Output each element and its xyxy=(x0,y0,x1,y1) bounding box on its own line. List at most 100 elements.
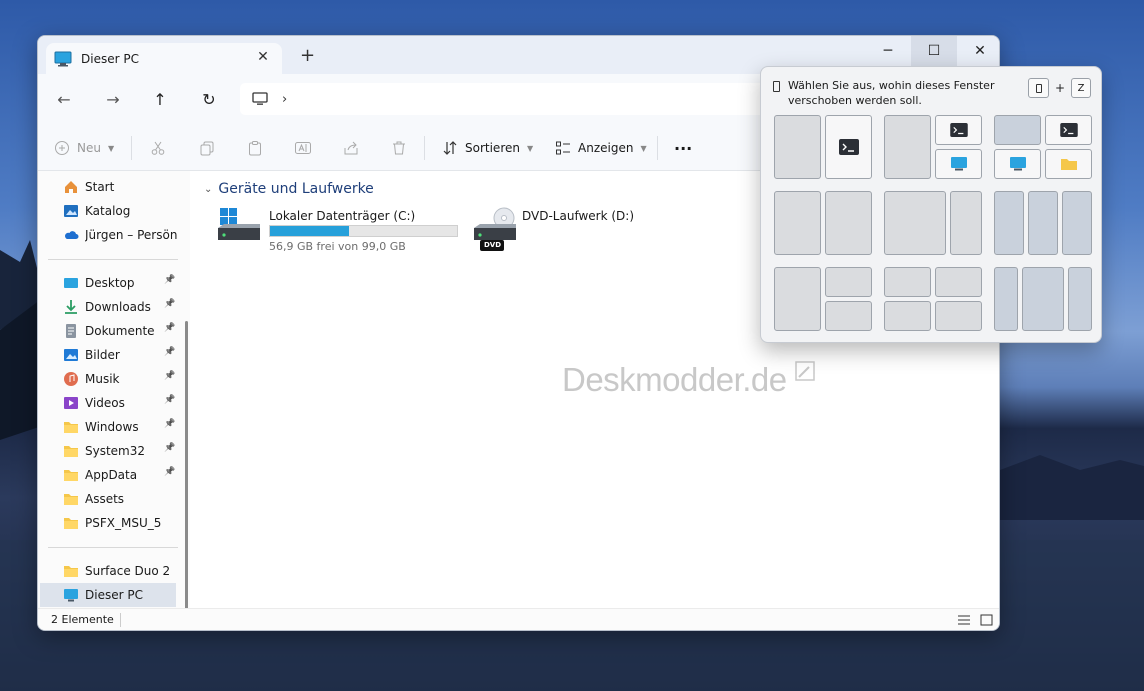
monitor-icon xyxy=(252,92,268,105)
sidebar-item[interactable]: AppData 📌 xyxy=(40,463,176,487)
sidebar-item[interactable]: Jürgen – Persönlich xyxy=(40,223,177,247)
sort-button[interactable]: Sortieren ▼ xyxy=(442,136,533,160)
minimize-button[interactable]: ─ xyxy=(865,36,911,66)
maximize-button[interactable]: ☐ xyxy=(911,36,957,66)
pin-icon[interactable]: 📌 xyxy=(164,419,175,429)
snap-zone[interactable] xyxy=(994,149,1041,179)
sidebar-item[interactable]: Videos 📌 xyxy=(40,391,176,415)
pin-icon[interactable]: 📌 xyxy=(164,323,175,333)
drive-c-usage-bar xyxy=(269,225,458,237)
folder-icon xyxy=(63,467,79,483)
folder-icon xyxy=(63,419,79,435)
snap-zone[interactable] xyxy=(1062,191,1092,255)
snap-zone[interactable] xyxy=(935,267,982,297)
snap-zone[interactable] xyxy=(1068,267,1092,331)
rename-button[interactable] xyxy=(294,136,312,160)
pin-icon[interactable]: 📌 xyxy=(164,467,175,477)
pin-icon[interactable]: 📌 xyxy=(164,275,175,285)
back-button[interactable]: ← xyxy=(52,87,76,111)
view-button[interactable]: Anzeigen ▼ xyxy=(555,136,647,160)
snap-zone[interactable] xyxy=(825,267,872,297)
sidebar-item[interactable]: Assets xyxy=(40,487,176,511)
sidebar-item[interactable]: Dokumente 📌 xyxy=(40,319,176,343)
sidebar-item[interactable]: Dieser PC xyxy=(40,583,176,607)
sidebar-item-label: Assets xyxy=(85,492,125,506)
pin-icon[interactable]: 📌 xyxy=(164,371,175,381)
sidebar-item[interactable]: Desktop 📌 xyxy=(40,271,176,295)
tiles-view-button[interactable] xyxy=(978,612,994,628)
snap-zone[interactable] xyxy=(994,115,1041,145)
trash-icon xyxy=(393,141,405,155)
tab-close-icon[interactable]: ✕ xyxy=(254,49,272,65)
snap-zone[interactable] xyxy=(1045,115,1092,145)
snap-zone[interactable] xyxy=(774,115,821,179)
snap-zone[interactable] xyxy=(935,149,982,179)
copy-icon xyxy=(200,141,214,156)
snap-zone[interactable] xyxy=(884,301,931,331)
sidebar-item[interactable]: Surface Duo 2 xyxy=(40,559,176,583)
snap-zone[interactable] xyxy=(825,115,872,179)
drive-d-name: DVD-Laufwerk (D:) xyxy=(522,209,635,223)
snap-layout-narrow-wide-narrow xyxy=(994,267,1092,331)
snap-zone[interactable] xyxy=(935,301,982,331)
details-view-button[interactable] xyxy=(956,612,972,628)
sidebar-item[interactable]: Windows 📌 xyxy=(40,415,176,439)
key-z: Z xyxy=(1071,78,1091,98)
sidebar-item[interactable]: Downloads 📌 xyxy=(40,295,176,319)
snap-zone[interactable] xyxy=(774,191,821,255)
snap-zone[interactable] xyxy=(1022,267,1064,331)
snap-zone[interactable] xyxy=(825,191,872,255)
sort-icon xyxy=(443,141,457,155)
nav-divider xyxy=(48,259,178,260)
sidebar-item[interactable]: Bilder 📌 xyxy=(40,343,176,367)
sidebar-item[interactable]: Musik 📌 xyxy=(40,367,176,391)
new-tab-button[interactable]: + xyxy=(300,47,315,65)
snap-zone[interactable] xyxy=(994,191,1024,255)
drive-c-usage-fill xyxy=(270,226,350,236)
snap-zone[interactable] xyxy=(825,301,872,331)
snap-zone[interactable] xyxy=(1045,149,1092,179)
more-options-button[interactable]: ··· xyxy=(674,136,692,160)
tab-dieser-pc[interactable]: Dieser PC ✕ xyxy=(46,43,282,74)
pin-icon[interactable]: 📌 xyxy=(164,443,175,453)
sidebar-item[interactable]: Katalog xyxy=(40,199,176,223)
address-field[interactable]: › xyxy=(240,83,800,115)
pin-icon[interactable]: 📌 xyxy=(164,299,175,309)
folder-icon xyxy=(63,443,79,459)
folder-icon xyxy=(1060,159,1077,170)
forward-button[interactable]: → xyxy=(101,87,125,111)
new-button[interactable]: Neu ▼ xyxy=(54,136,114,160)
share-button[interactable] xyxy=(343,136,359,160)
tab-title: Dieser PC xyxy=(81,51,139,66)
status-bar: 2 Elemente xyxy=(38,608,999,630)
close-button[interactable]: ✕ xyxy=(957,36,999,66)
snap-zone[interactable] xyxy=(1028,191,1058,255)
refresh-button[interactable]: ↻ xyxy=(197,87,221,111)
snap-zone[interactable] xyxy=(994,267,1018,331)
snap-layout-halves xyxy=(774,115,872,179)
cut-button[interactable] xyxy=(150,136,166,160)
snap-zone[interactable] xyxy=(884,267,931,297)
snap-zone[interactable] xyxy=(935,115,982,145)
snap-zone[interactable] xyxy=(884,191,946,255)
group-header[interactable]: ⌄ Geräte und Laufwerke xyxy=(204,181,374,197)
delete-button[interactable] xyxy=(391,136,407,160)
up-button[interactable]: ↑ xyxy=(148,87,172,111)
breadcrumb-chevron-icon[interactable]: › xyxy=(282,92,287,107)
sidebar-item[interactable]: Start xyxy=(40,175,176,199)
pc-icon xyxy=(1009,157,1026,171)
paste-button[interactable] xyxy=(247,136,263,160)
sidebar-item[interactable]: System32 📌 xyxy=(40,439,176,463)
rename-icon xyxy=(295,142,311,154)
drive-c[interactable]: Lokaler Datenträger (C:) 56,9 GB frei vo… xyxy=(216,206,466,258)
pin-icon[interactable]: 📌 xyxy=(164,395,175,405)
snap-zone[interactable] xyxy=(884,115,931,179)
snap-layout-left-two-right xyxy=(884,115,982,179)
sidebar-item[interactable]: PSFX_MSU_5 xyxy=(40,511,176,535)
snap-zone[interactable] xyxy=(950,191,982,255)
sidebar-scrollbar[interactable] xyxy=(185,321,188,630)
drive-d[interactable]: DVD DVD-Laufwerk (D:) xyxy=(472,206,662,258)
snap-zone[interactable] xyxy=(774,267,821,331)
copy-button[interactable] xyxy=(199,136,215,160)
pin-icon[interactable]: 📌 xyxy=(164,347,175,357)
